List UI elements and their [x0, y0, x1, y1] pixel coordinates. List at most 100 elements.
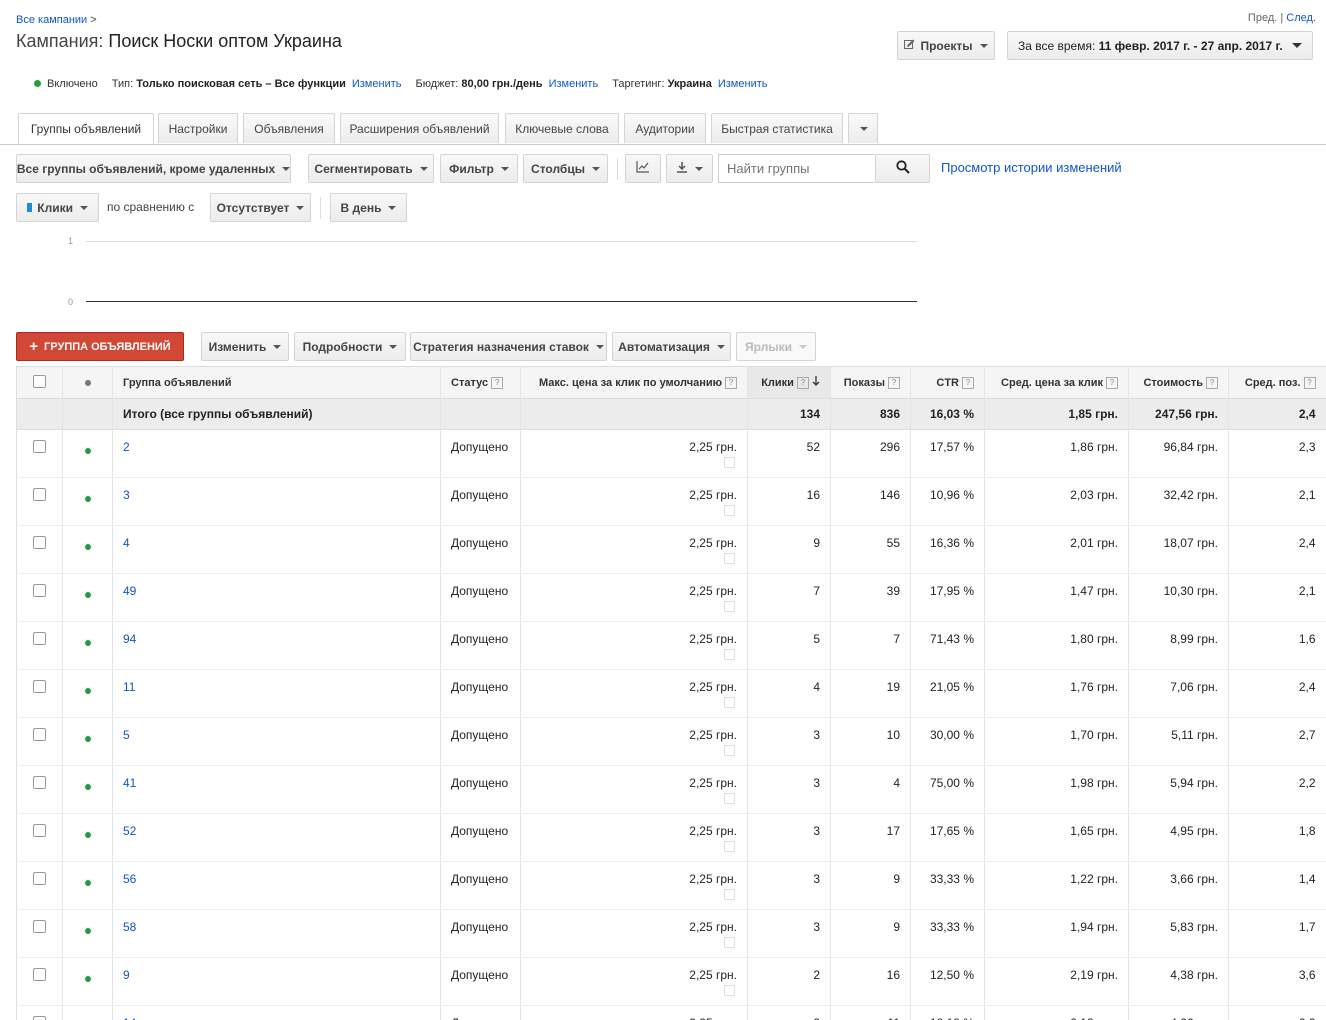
help-icon[interactable]: ? — [1206, 376, 1218, 389]
tab-quick-stats[interactable]: Быстрая статистика — [711, 113, 843, 143]
ad-group-link[interactable]: 2 — [123, 440, 130, 454]
row-checkbox[interactable] — [33, 776, 46, 789]
help-icon[interactable]: ? — [1106, 376, 1118, 389]
row-checkbox[interactable] — [33, 824, 46, 837]
row-checkbox[interactable] — [33, 728, 46, 741]
row-checkbox[interactable] — [33, 968, 46, 981]
header-impressions[interactable]: Показы? — [830, 366, 911, 399]
ad-group-link[interactable]: 11 — [123, 680, 135, 694]
max-cpc-value[interactable]: 2,25 грн. — [689, 776, 737, 790]
header-clicks[interactable]: Клики? — [747, 366, 831, 399]
help-icon[interactable]: ? — [796, 377, 809, 389]
header-ad-group[interactable]: Группа объявлений — [112, 366, 441, 399]
status-enabled-icon[interactable] — [84, 544, 91, 550]
status-enabled-icon[interactable] — [84, 448, 91, 454]
edit-bid-icon[interactable] — [724, 793, 735, 804]
ad-group-link[interactable]: 41 — [123, 776, 136, 790]
select-all-checkbox[interactable] — [33, 374, 46, 388]
edit-bid-icon[interactable] — [724, 601, 735, 612]
max-cpc-value[interactable]: 2,25 грн. — [689, 440, 737, 454]
download-dropdown[interactable] — [666, 154, 713, 183]
header-ctr[interactable]: CTR? — [910, 366, 985, 399]
row-checkbox[interactable] — [33, 872, 46, 885]
header-max-cpc[interactable]: Макс. цена за клик по умолчанию? — [520, 366, 748, 399]
status-enabled-icon[interactable] — [84, 592, 91, 598]
status-enabled-icon[interactable] — [84, 736, 91, 742]
search-input[interactable] — [718, 154, 875, 183]
max-cpc-value[interactable]: 2,25 грн. — [689, 632, 737, 646]
tab-keywords[interactable]: Ключевые слова — [505, 113, 619, 143]
filter-dropdown[interactable]: Фильтр — [440, 154, 518, 183]
change-type-link[interactable]: Изменить — [352, 78, 402, 90]
graph-metric-dropdown[interactable]: Клики — [16, 193, 99, 222]
edit-dropdown[interactable]: Изменить — [201, 332, 289, 361]
toggle-graph-button[interactable] — [625, 154, 661, 183]
max-cpc-value[interactable]: 2,25 грн. — [689, 872, 737, 886]
row-checkbox[interactable] — [33, 680, 46, 693]
ad-groups-filter-dropdown[interactable]: Все группы объявлений, кроме удаленных — [16, 154, 291, 183]
ad-group-link[interactable]: 49 — [123, 584, 136, 598]
labels-dropdown[interactable]: Ярлыки — [736, 332, 816, 361]
columns-dropdown[interactable]: Столбцы — [523, 154, 608, 183]
help-icon[interactable]: ? — [1303, 376, 1316, 389]
row-checkbox[interactable] — [33, 488, 46, 501]
segment-dropdown[interactable]: Сегментировать — [308, 154, 434, 183]
help-icon[interactable]: ? — [491, 376, 504, 389]
automation-dropdown[interactable]: Автоматизация — [612, 332, 731, 361]
edit-bid-icon[interactable] — [724, 841, 735, 852]
ad-group-link[interactable]: 9 — [123, 968, 130, 982]
status-enabled-icon[interactable] — [84, 496, 91, 502]
row-checkbox[interactable] — [33, 440, 46, 453]
ad-group-link[interactable]: 94 — [123, 632, 136, 646]
edit-bid-icon[interactable] — [724, 745, 735, 756]
ad-group-link[interactable]: 4 — [123, 536, 130, 550]
details-dropdown[interactable]: Подробности — [294, 332, 406, 361]
edit-bid-icon[interactable] — [724, 649, 735, 660]
header-avg-cpc[interactable]: Сред. цена за клик? — [984, 366, 1129, 399]
help-icon[interactable]: ? — [888, 376, 900, 389]
max-cpc-value[interactable]: 2,25 грн. — [689, 968, 737, 982]
ad-group-link[interactable]: 3 — [123, 488, 130, 502]
max-cpc-value[interactable]: 2,25 грн. — [689, 680, 737, 694]
add-ad-group-button[interactable]: + ГРУППА ОБЪЯВЛЕНИЙ — [16, 332, 184, 361]
edit-bid-icon[interactable] — [724, 937, 735, 948]
ad-group-link[interactable]: 58 — [123, 920, 136, 934]
max-cpc-value[interactable]: 2,25 грн. — [689, 1016, 737, 1020]
edit-bid-icon[interactable] — [724, 553, 735, 564]
period-dropdown[interactable]: В день — [330, 193, 407, 222]
tab-audiences[interactable]: Аудитории — [624, 113, 706, 143]
change-budget-link[interactable]: Изменить — [549, 78, 599, 90]
tab-ad-groups[interactable]: Группы объявлений — [18, 113, 154, 144]
row-checkbox[interactable] — [33, 536, 46, 549]
bidding-strategy-dropdown[interactable]: Стратегия назначения ставок — [410, 332, 607, 361]
header-status[interactable]: Статус? — [440, 366, 521, 399]
more-tabs-button[interactable] — [848, 113, 878, 143]
ad-group-link[interactable]: 56 — [123, 872, 136, 886]
ad-group-link[interactable]: 52 — [123, 824, 136, 838]
breadcrumb-all-campaigns-link[interactable]: Все кампании — [16, 14, 87, 26]
edit-bid-icon[interactable] — [724, 697, 735, 708]
edit-bid-icon[interactable] — [724, 457, 735, 468]
max-cpc-value[interactable]: 2,25 грн. — [689, 536, 737, 550]
max-cpc-value[interactable]: 2,25 грн. — [689, 584, 737, 598]
status-enabled-icon[interactable] — [84, 880, 91, 886]
tab-settings[interactable]: Настройки — [158, 113, 238, 143]
header-avg-pos[interactable]: Сред. поз.? — [1228, 366, 1326, 399]
status-enabled-icon[interactable] — [84, 928, 91, 934]
status-enabled-icon[interactable] — [84, 688, 91, 694]
status-enabled-icon[interactable] — [84, 832, 91, 838]
edit-bid-icon[interactable] — [724, 505, 735, 516]
max-cpc-value[interactable]: 2,25 грн. — [689, 824, 737, 838]
max-cpc-value[interactable]: 2,25 грн. — [689, 488, 737, 502]
status-enabled-icon[interactable] — [84, 784, 91, 790]
row-checkbox[interactable] — [33, 584, 46, 597]
max-cpc-value[interactable]: 2,25 грн. — [689, 728, 737, 742]
ad-group-link[interactable]: 5 — [123, 728, 130, 742]
row-checkbox[interactable] — [33, 632, 46, 645]
status-enabled-icon[interactable] — [84, 640, 91, 646]
max-cpc-value[interactable]: 2,25 грн. — [689, 920, 737, 934]
tab-ad-extensions[interactable]: Расширения объявлений — [340, 113, 499, 143]
help-icon[interactable]: ? — [962, 376, 974, 389]
projects-button[interactable]: Проекты — [897, 31, 995, 60]
edit-bid-icon[interactable] — [724, 889, 735, 900]
